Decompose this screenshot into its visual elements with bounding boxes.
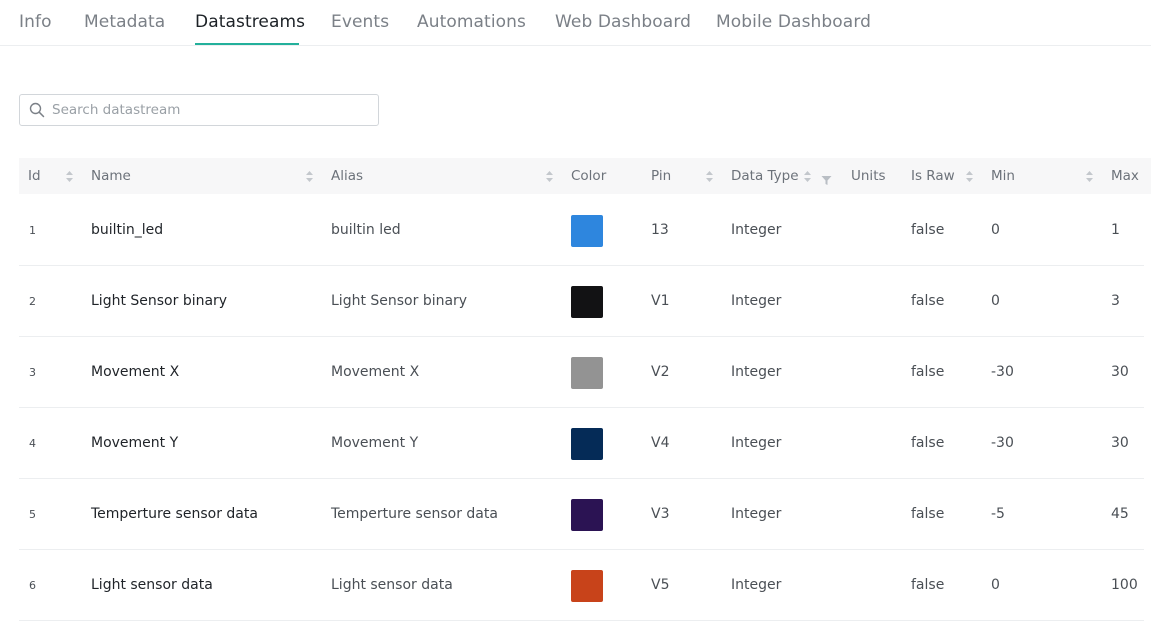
column-header-pin: Pin (651, 168, 672, 184)
row-data-type: Integer (731, 364, 782, 380)
row-pin: V2 (651, 364, 670, 380)
search-input[interactable] (52, 95, 372, 125)
row-pin: V3 (651, 506, 670, 522)
filter-data-type-icon[interactable] (821, 171, 832, 185)
color-swatch (571, 215, 603, 247)
table-row[interactable]: 3 Movement X Movement X V2 Integer false… (19, 337, 1144, 408)
row-id: 5 (29, 508, 36, 521)
row-id: 6 (29, 579, 36, 592)
table-row[interactable]: 4 Movement Y Movement Y V4 Integer false… (19, 408, 1144, 479)
row-name[interactable]: Light sensor data (91, 550, 213, 621)
row-data-type: Integer (731, 506, 782, 522)
column-header-alias: Alias (331, 168, 364, 184)
column-header-max: Max (1111, 168, 1139, 184)
column-header-min: Min (991, 168, 1015, 184)
sort-name-icon[interactable] (305, 170, 314, 183)
row-id: 1 (29, 224, 36, 237)
sort-id-icon[interactable] (65, 170, 74, 183)
row-name[interactable]: Temperture sensor data (91, 479, 258, 550)
sort-min-icon[interactable] (1085, 170, 1094, 183)
table-row[interactable]: 5 Temperture sensor data Temperture sens… (19, 479, 1144, 550)
active-tab-indicator (195, 43, 299, 45)
sort-pin-icon[interactable] (705, 170, 714, 183)
row-alias: Movement Y (331, 435, 419, 451)
row-name[interactable]: builtin_led (91, 195, 163, 266)
row-is-raw: false (911, 435, 945, 451)
column-header-is-raw: Is Raw (911, 168, 955, 184)
row-min: 0 (991, 293, 1000, 309)
column-header-units: Units (851, 168, 886, 184)
tab-web-dashboard[interactable]: Web Dashboard (555, 12, 691, 32)
row-min: 0 (991, 222, 1000, 238)
row-is-raw: false (911, 506, 945, 522)
row-id: 3 (29, 366, 36, 379)
row-max: 100 (1111, 577, 1138, 593)
row-id: 2 (29, 295, 36, 308)
tab-datastreams[interactable]: Datastreams (195, 12, 305, 32)
column-header-name: Name (91, 168, 131, 184)
color-swatch (571, 428, 603, 460)
tab-metadata[interactable]: Metadata (84, 12, 165, 32)
row-alias: Movement X (331, 364, 420, 380)
sort-alias-icon[interactable] (545, 170, 554, 183)
tab-info[interactable]: Info (19, 12, 52, 32)
color-swatch (571, 357, 603, 389)
row-max: 1 (1111, 222, 1120, 238)
tab-mobile-dashboard[interactable]: Mobile Dashboard (716, 12, 871, 32)
row-pin: V4 (651, 435, 670, 451)
row-is-raw: false (911, 222, 945, 238)
row-pin: V1 (651, 293, 670, 309)
column-header-color: Color (571, 168, 607, 184)
row-name[interactable]: Movement X (91, 337, 179, 408)
table-row[interactable]: 1 builtin_led builtin led 13 Integer fal… (19, 195, 1144, 266)
row-min: 0 (991, 577, 1000, 593)
row-min: -5 (991, 506, 1005, 522)
row-max: 30 (1111, 364, 1129, 380)
row-max: 30 (1111, 435, 1129, 451)
tab-bar: Info Metadata Datastreams Events Automat… (0, 0, 1151, 46)
table-row[interactable]: 2 Light Sensor binary Light Sensor binar… (19, 266, 1144, 337)
sort-is-raw-icon[interactable] (965, 170, 974, 183)
row-max: 45 (1111, 506, 1129, 522)
row-alias: Light sensor data (331, 577, 453, 593)
row-alias: Temperture sensor data (331, 506, 498, 522)
tab-automations[interactable]: Automations (417, 12, 526, 32)
column-header-data-type: Data Type (731, 168, 799, 184)
row-name[interactable]: Movement Y (91, 408, 178, 479)
row-alias: builtin led (331, 222, 401, 238)
row-id: 4 (29, 437, 36, 450)
row-is-raw: false (911, 577, 945, 593)
color-swatch (571, 286, 603, 318)
row-pin: V5 (651, 577, 670, 593)
row-data-type: Integer (731, 435, 782, 451)
row-name[interactable]: Light Sensor binary (91, 266, 227, 337)
table-header: Id Name Alias Color Pin Data Type Units … (19, 158, 1151, 194)
column-header-id: Id (28, 168, 41, 184)
row-data-type: Integer (731, 222, 782, 238)
row-alias: Light Sensor binary (331, 293, 468, 309)
row-min: -30 (991, 435, 1014, 451)
row-pin: 13 (651, 222, 669, 238)
tab-events[interactable]: Events (331, 12, 389, 32)
row-min: -30 (991, 364, 1014, 380)
color-swatch (571, 570, 603, 602)
search-box (19, 94, 379, 126)
row-max: 3 (1111, 293, 1120, 309)
row-is-raw: false (911, 293, 945, 309)
row-data-type: Integer (731, 293, 782, 309)
color-swatch (571, 499, 603, 531)
search-icon (29, 102, 45, 118)
row-data-type: Integer (731, 577, 782, 593)
row-is-raw: false (911, 364, 945, 380)
sort-data-type-icon[interactable] (803, 170, 812, 183)
table-row[interactable]: 6 Light sensor data Light sensor data V5… (19, 550, 1144, 621)
